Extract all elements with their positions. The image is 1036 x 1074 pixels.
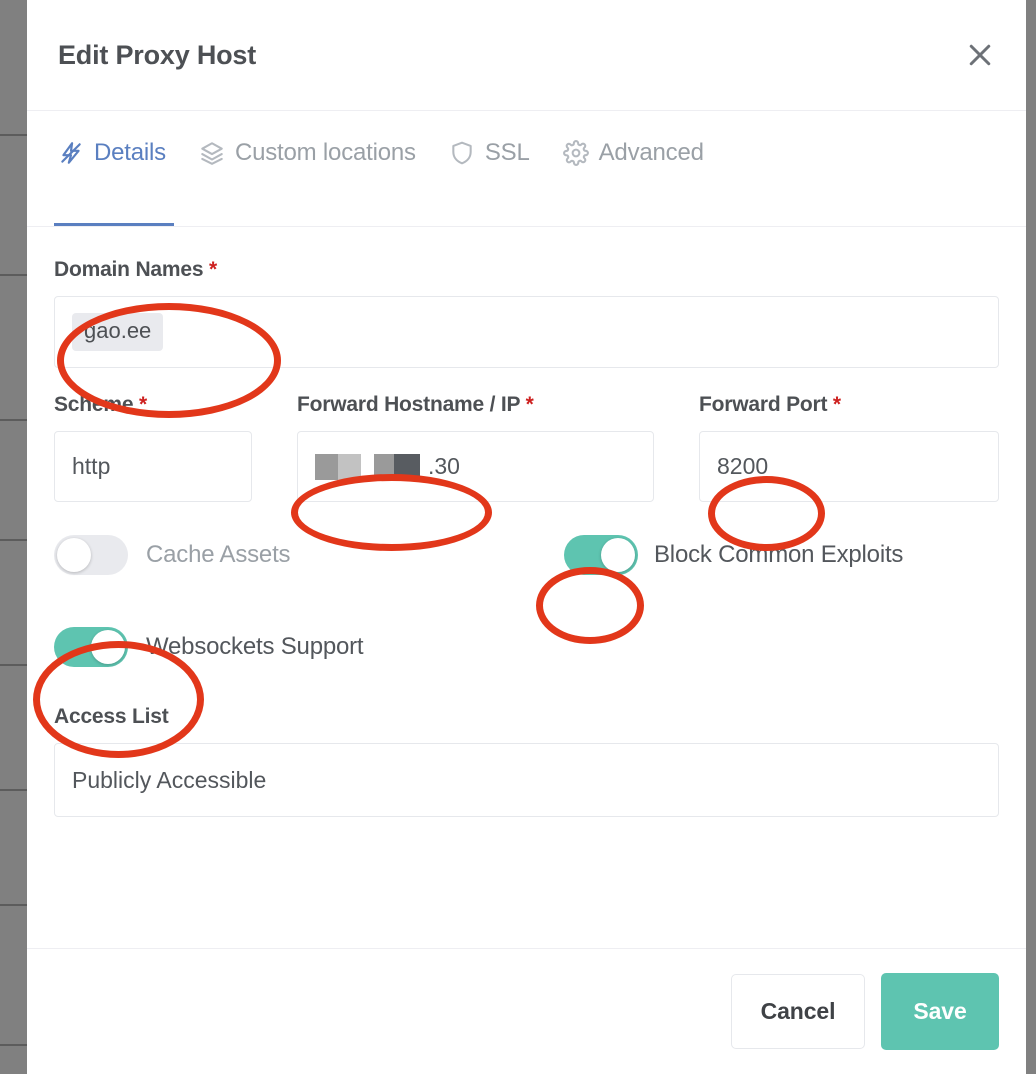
access-list-label: Access List — [54, 705, 999, 729]
websockets-support-toggle[interactable] — [54, 627, 128, 667]
forward-hostname-label: Forward Hostname / IP * — [297, 393, 654, 417]
backdrop-row-divider — [0, 539, 27, 541]
shield-icon — [449, 140, 475, 166]
tab-custom-locations[interactable]: Custom locations — [199, 139, 416, 225]
required-marker: * — [526, 393, 534, 416]
cancel-button[interactable]: Cancel — [731, 974, 865, 1049]
forward-hostname-value: .30 — [428, 453, 460, 480]
backdrop-row-divider — [0, 1044, 27, 1046]
access-list-value: Publicly Accessible — [72, 767, 266, 794]
tab-details-label: Details — [94, 139, 166, 167]
modal-tabs: Details Custom locations SSL — [27, 111, 1026, 227]
required-marker: * — [833, 393, 841, 416]
websockets-support-label: Websockets Support — [146, 633, 363, 661]
backdrop-row-divider — [0, 134, 27, 136]
forward-port-field: Forward Port * 8200 — [699, 393, 999, 502]
tab-advanced-label: Advanced — [599, 139, 704, 167]
tab-ssl-label: SSL — [485, 139, 530, 167]
page-title: Edit Proxy Host — [58, 40, 256, 71]
forward-port-label: Forward Port * — [699, 393, 999, 417]
toggle-knob — [91, 630, 125, 664]
tab-ssl[interactable]: SSL — [449, 139, 530, 225]
domain-names-input[interactable]: gao.ee — [54, 296, 999, 368]
lightning-bolt-icon — [58, 140, 84, 166]
backdrop-row-divider — [0, 664, 27, 666]
backdrop-row-divider — [0, 904, 27, 906]
domain-names-label: Domain Names * — [54, 258, 999, 282]
close-icon[interactable] — [961, 36, 999, 74]
modal-body: Domain Names * gao.ee Scheme * http For — [27, 227, 1026, 948]
required-marker: * — [139, 393, 147, 416]
modal-header: Edit Proxy Host — [27, 0, 1026, 111]
gear-icon — [563, 140, 589, 166]
forward-port-input[interactable]: 8200 — [699, 431, 999, 502]
domain-names-field: Domain Names * gao.ee — [54, 258, 999, 368]
save-button[interactable]: Save — [881, 973, 999, 1050]
forward-hostname-field: Forward Hostname / IP * .30 — [297, 393, 654, 502]
backdrop-row-divider — [0, 274, 27, 276]
modal-footer: Cancel Save — [27, 948, 1026, 1074]
scheme-value: http — [72, 453, 110, 480]
domain-tag[interactable]: gao.ee — [72, 313, 163, 351]
toggle-knob — [57, 538, 91, 572]
backdrop-row-divider — [0, 789, 27, 791]
block-common-exploits-label: Block Common Exploits — [654, 541, 903, 569]
scheme-field: Scheme * http — [54, 393, 252, 502]
access-list-select[interactable]: Publicly Accessible — [54, 743, 999, 817]
redacted-block — [315, 454, 361, 480]
forward-port-value: 8200 — [717, 453, 768, 480]
block-common-exploits-group: Block Common Exploits — [564, 535, 903, 575]
redacted-block — [374, 454, 420, 480]
block-common-exploits-toggle[interactable] — [564, 535, 638, 575]
edit-proxy-host-modal: Edit Proxy Host Details — [27, 0, 1026, 1074]
scheme-label: Scheme * — [54, 393, 252, 417]
redacted-ip-blocks — [315, 454, 420, 480]
toggle-row-one: Cache Assets Block Common Exploits — [54, 533, 999, 577]
required-marker: * — [209, 258, 217, 281]
toggle-knob — [601, 538, 635, 572]
tab-details[interactable]: Details — [58, 139, 166, 225]
layers-icon — [199, 140, 225, 166]
toggle-row-two: Websockets Support — [54, 625, 999, 669]
backdrop-row-divider — [0, 419, 27, 421]
tab-advanced[interactable]: Advanced — [563, 139, 704, 225]
connection-fields-row: Scheme * http Forward Hostname / IP * — [54, 393, 999, 502]
cache-assets-label: Cache Assets — [146, 541, 290, 569]
vertical-scrollbar[interactable] — [1026, 0, 1036, 1074]
cache-assets-toggle[interactable] — [54, 535, 128, 575]
backdrop-overlay-strip — [0, 0, 27, 1074]
access-list-field: Access List Publicly Accessible — [54, 705, 999, 817]
tab-custom-locations-label: Custom locations — [235, 139, 416, 167]
forward-hostname-input[interactable]: .30 — [297, 431, 654, 502]
scheme-input[interactable]: http — [54, 431, 252, 502]
